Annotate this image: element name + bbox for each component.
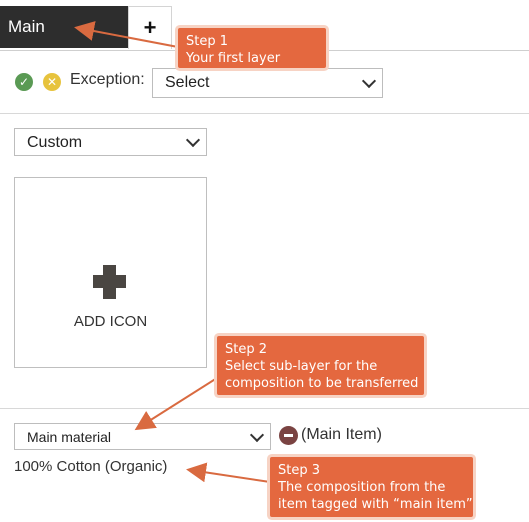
callout-step2: Step 2 Select sub-layer for the composit… xyxy=(217,336,424,395)
composition-text: 100% Cotton (Organic) xyxy=(14,458,168,475)
callout-text: composition to be transferred xyxy=(225,376,419,391)
sub-layer-select[interactable]: Main material xyxy=(14,423,271,450)
callout-text: Select sub-layer for the xyxy=(225,359,378,374)
close-icon[interactable]: ✕ xyxy=(43,73,61,91)
tab-main[interactable]: Main xyxy=(0,6,128,48)
add-icon-box[interactable]: ADD ICON xyxy=(14,177,207,368)
divider xyxy=(0,408,529,409)
callout-title: Step 3 xyxy=(278,463,321,478)
exception-select-value: Select xyxy=(165,74,210,91)
exception-label: Exception: xyxy=(70,71,145,88)
step2-arrow xyxy=(134,377,218,431)
main-item-label: (Main Item) xyxy=(301,426,382,443)
check-icon[interactable]: ✓ xyxy=(15,73,33,91)
exception-select[interactable]: Select xyxy=(152,68,383,98)
callout-text: The composition from the xyxy=(278,480,446,495)
plus-icon-bar xyxy=(93,275,126,288)
callout-step3: Step 3 The composition from the item tag… xyxy=(270,457,473,517)
chevron-down-icon xyxy=(185,132,201,148)
callout-step1: Step 1 Your first layer xyxy=(178,28,326,68)
callout-title: Step 2 xyxy=(225,342,268,357)
step3-arrow xyxy=(186,462,271,483)
divider xyxy=(0,113,529,114)
icon-type-select[interactable]: Custom xyxy=(14,128,207,156)
callout-title: Step 1 xyxy=(186,34,229,49)
chevron-down-icon xyxy=(361,73,377,89)
sub-layer-select-value: Main material xyxy=(27,429,112,445)
add-tab-button[interactable]: + xyxy=(128,6,172,49)
callout-text: Your first layer xyxy=(186,51,281,66)
remove-icon[interactable] xyxy=(279,426,298,445)
chevron-down-icon xyxy=(249,427,265,443)
icon-type-select-value: Custom xyxy=(27,134,83,151)
add-icon-label: ADD ICON xyxy=(73,313,148,330)
callout-text: item tagged with “main item” xyxy=(278,497,473,512)
